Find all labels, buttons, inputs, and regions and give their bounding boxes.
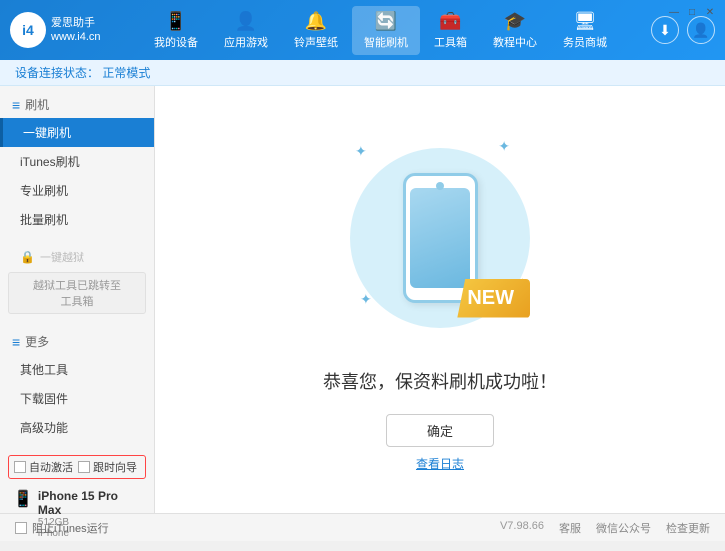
sidebar-item-itunes-flash[interactable]: iTunes刷机 — [0, 147, 154, 176]
sidebar: ≡ 刷机 一键刷机 iTunes刷机 专业刷机 批量刷机 🔒 一键越狱 越狱工具… — [0, 86, 155, 513]
phone-camera — [436, 182, 444, 190]
footer-home-link[interactable]: 客服 — [559, 520, 581, 536]
sparkle-bottom-left: ✦ — [360, 291, 372, 308]
success-message: 恭喜您，保资料刷机成功啦！ — [323, 368, 557, 394]
sidebar-item-one-key-flash[interactable]: 一键刷机 — [0, 118, 154, 147]
service-icon: 🖥 — [574, 11, 597, 32]
view-log-link[interactable]: 查看日志 — [416, 455, 464, 472]
confirm-button[interactable]: 确定 — [386, 414, 494, 447]
user-button[interactable]: 👤 — [687, 16, 715, 44]
sparkle-top-right: ✦ — [498, 138, 510, 155]
main-content: ✦ ✦ NEW ✦✦ ✦ 恭喜您，保资料刷机成功啦！ 确定 查看日志 — [155, 86, 725, 513]
header-right: ⬇ 👤 — [651, 16, 715, 44]
apps-games-icon: 👤 — [235, 11, 257, 32]
main-nav: 📱 我的设备 👤 应用游戏 🔔 铃声壁纸 🔄 智能刷机 🧰 工具箱 🎓 — [110, 6, 651, 55]
flash-group-icon: ≡ — [12, 97, 20, 113]
sidebar-item-other-tools[interactable]: 其他工具 — [0, 355, 154, 384]
status-bar: 设备连接状态： 正常模式 — [0, 60, 725, 86]
sidebar-more-section: ≡ 更多 其他工具 下载固件 高级功能 — [0, 323, 154, 447]
close-button[interactable]: ✕ — [703, 5, 717, 19]
lock-icon: 🔒 — [20, 250, 35, 264]
nav-my-device-label: 我的设备 — [154, 34, 198, 50]
sidebar-warning-box: 越狱工具已跳转至工具箱 — [8, 272, 146, 314]
my-device-icon: 📱 — [165, 11, 187, 32]
sparkle-top-left: ✦ — [355, 143, 367, 160]
download-button[interactable]: ⬇ — [651, 16, 679, 44]
more-group-icon: ≡ — [12, 334, 20, 350]
new-banner: NEW ✦✦ — [457, 279, 530, 318]
nav-service-label: 务员商城 — [563, 34, 607, 50]
sidebar-item-pro-flash[interactable]: 专业刷机 — [0, 176, 154, 205]
smart-flash-icon: 🔄 — [375, 11, 397, 32]
logo-text: 爱思助手 www.i4.cn — [51, 16, 101, 45]
toolbox-icon: 🧰 — [439, 11, 461, 32]
nav-tutorial-label: 教程中心 — [493, 34, 537, 50]
app-logo: i4 爱思助手 www.i4.cn — [10, 12, 110, 48]
footer-wechat-link[interactable]: 微信公众号 — [596, 520, 651, 536]
nav-my-device[interactable]: 📱 我的设备 — [142, 6, 210, 55]
footer-update-link[interactable]: 检查更新 — [666, 520, 710, 536]
phone-screen — [410, 188, 470, 288]
footer-left: 阻止iTunes运行 — [15, 520, 480, 536]
main-layout: ≡ 刷机 一键刷机 iTunes刷机 专业刷机 批量刷机 🔒 一键越狱 越狱工具… — [0, 86, 725, 513]
timed-guide-option[interactable]: 跟时向导 — [78, 459, 137, 475]
sidebar-item-advanced[interactable]: 高级功能 — [0, 413, 154, 442]
maximize-button[interactable]: □ — [685, 5, 699, 19]
nav-toolbox[interactable]: 🧰 工具箱 — [422, 6, 479, 55]
itunes-block-label: 阻止iTunes运行 — [32, 520, 109, 536]
new-label: NEW — [467, 287, 514, 309]
footer-right: V7.98.66 客服 微信公众号 检查更新 — [500, 520, 710, 536]
nav-service[interactable]: 🖥 务员商城 — [551, 6, 619, 55]
timed-guide-checkbox[interactable] — [78, 461, 90, 473]
status-label: 设备连接状态： — [15, 66, 99, 80]
device-name: iPhone 15 Pro Max — [38, 489, 141, 517]
nav-tutorial[interactable]: 🎓 教程中心 — [481, 6, 549, 55]
nav-apps-games-label: 应用游戏 — [224, 34, 268, 50]
new-badge: NEW ✦✦ — [457, 279, 530, 318]
nav-smart-flash-label: 智能刷机 — [364, 34, 408, 50]
auto-activate-option[interactable]: 自动激活 — [14, 459, 73, 475]
minimize-button[interactable]: — — [667, 5, 681, 19]
auto-options-row: 自动激活 跟时向导 — [8, 455, 146, 479]
version-label: V7.98.66 — [500, 520, 544, 536]
nav-smart-flash[interactable]: 🔄 智能刷机 — [352, 6, 420, 55]
auto-activate-checkbox[interactable] — [14, 461, 26, 473]
tutorial-icon: 🎓 — [504, 11, 526, 32]
nav-toolbox-label: 工具箱 — [434, 34, 467, 50]
sidebar-flash-label: 刷机 — [25, 96, 49, 113]
sidebar-item-download-fw[interactable]: 下载固件 — [0, 384, 154, 413]
nav-apps-games[interactable]: 👤 应用游戏 — [212, 6, 280, 55]
sidebar-disabled-jailbreak: 🔒 一键越狱 — [0, 245, 154, 269]
phone-illustration: ✦ ✦ NEW ✦✦ ✦ — [340, 128, 540, 348]
timed-guide-label: 跟时向导 — [93, 459, 137, 475]
sidebar-item-batch-flash[interactable]: 批量刷机 — [0, 205, 154, 234]
nav-ringtones[interactable]: 🔔 铃声壁纸 — [282, 6, 350, 55]
auto-activate-label: 自动激活 — [29, 459, 73, 475]
ringtones-icon: 🔔 — [305, 11, 327, 32]
status-value: 正常模式 — [102, 66, 150, 80]
sidebar-more-group: ≡ 更多 — [0, 328, 154, 355]
nav-ringtones-label: 铃声壁纸 — [294, 34, 338, 50]
itunes-block-checkbox[interactable] — [15, 522, 27, 534]
sidebar-flash-group: ≡ 刷机 — [0, 91, 154, 118]
sidebar-flash-section: ≡ 刷机 一键刷机 iTunes刷机 专业刷机 批量刷机 — [0, 86, 154, 239]
sidebar-more-label: 更多 — [25, 333, 49, 350]
jailbreak-label: 一键越狱 — [40, 249, 84, 265]
device-phone-icon: 📱 — [13, 489, 33, 509]
app-header: i4 爱思助手 www.i4.cn 📱 我的设备 👤 应用游戏 🔔 铃声壁纸 🔄… — [0, 0, 725, 60]
logo-icon: i4 — [10, 12, 46, 48]
